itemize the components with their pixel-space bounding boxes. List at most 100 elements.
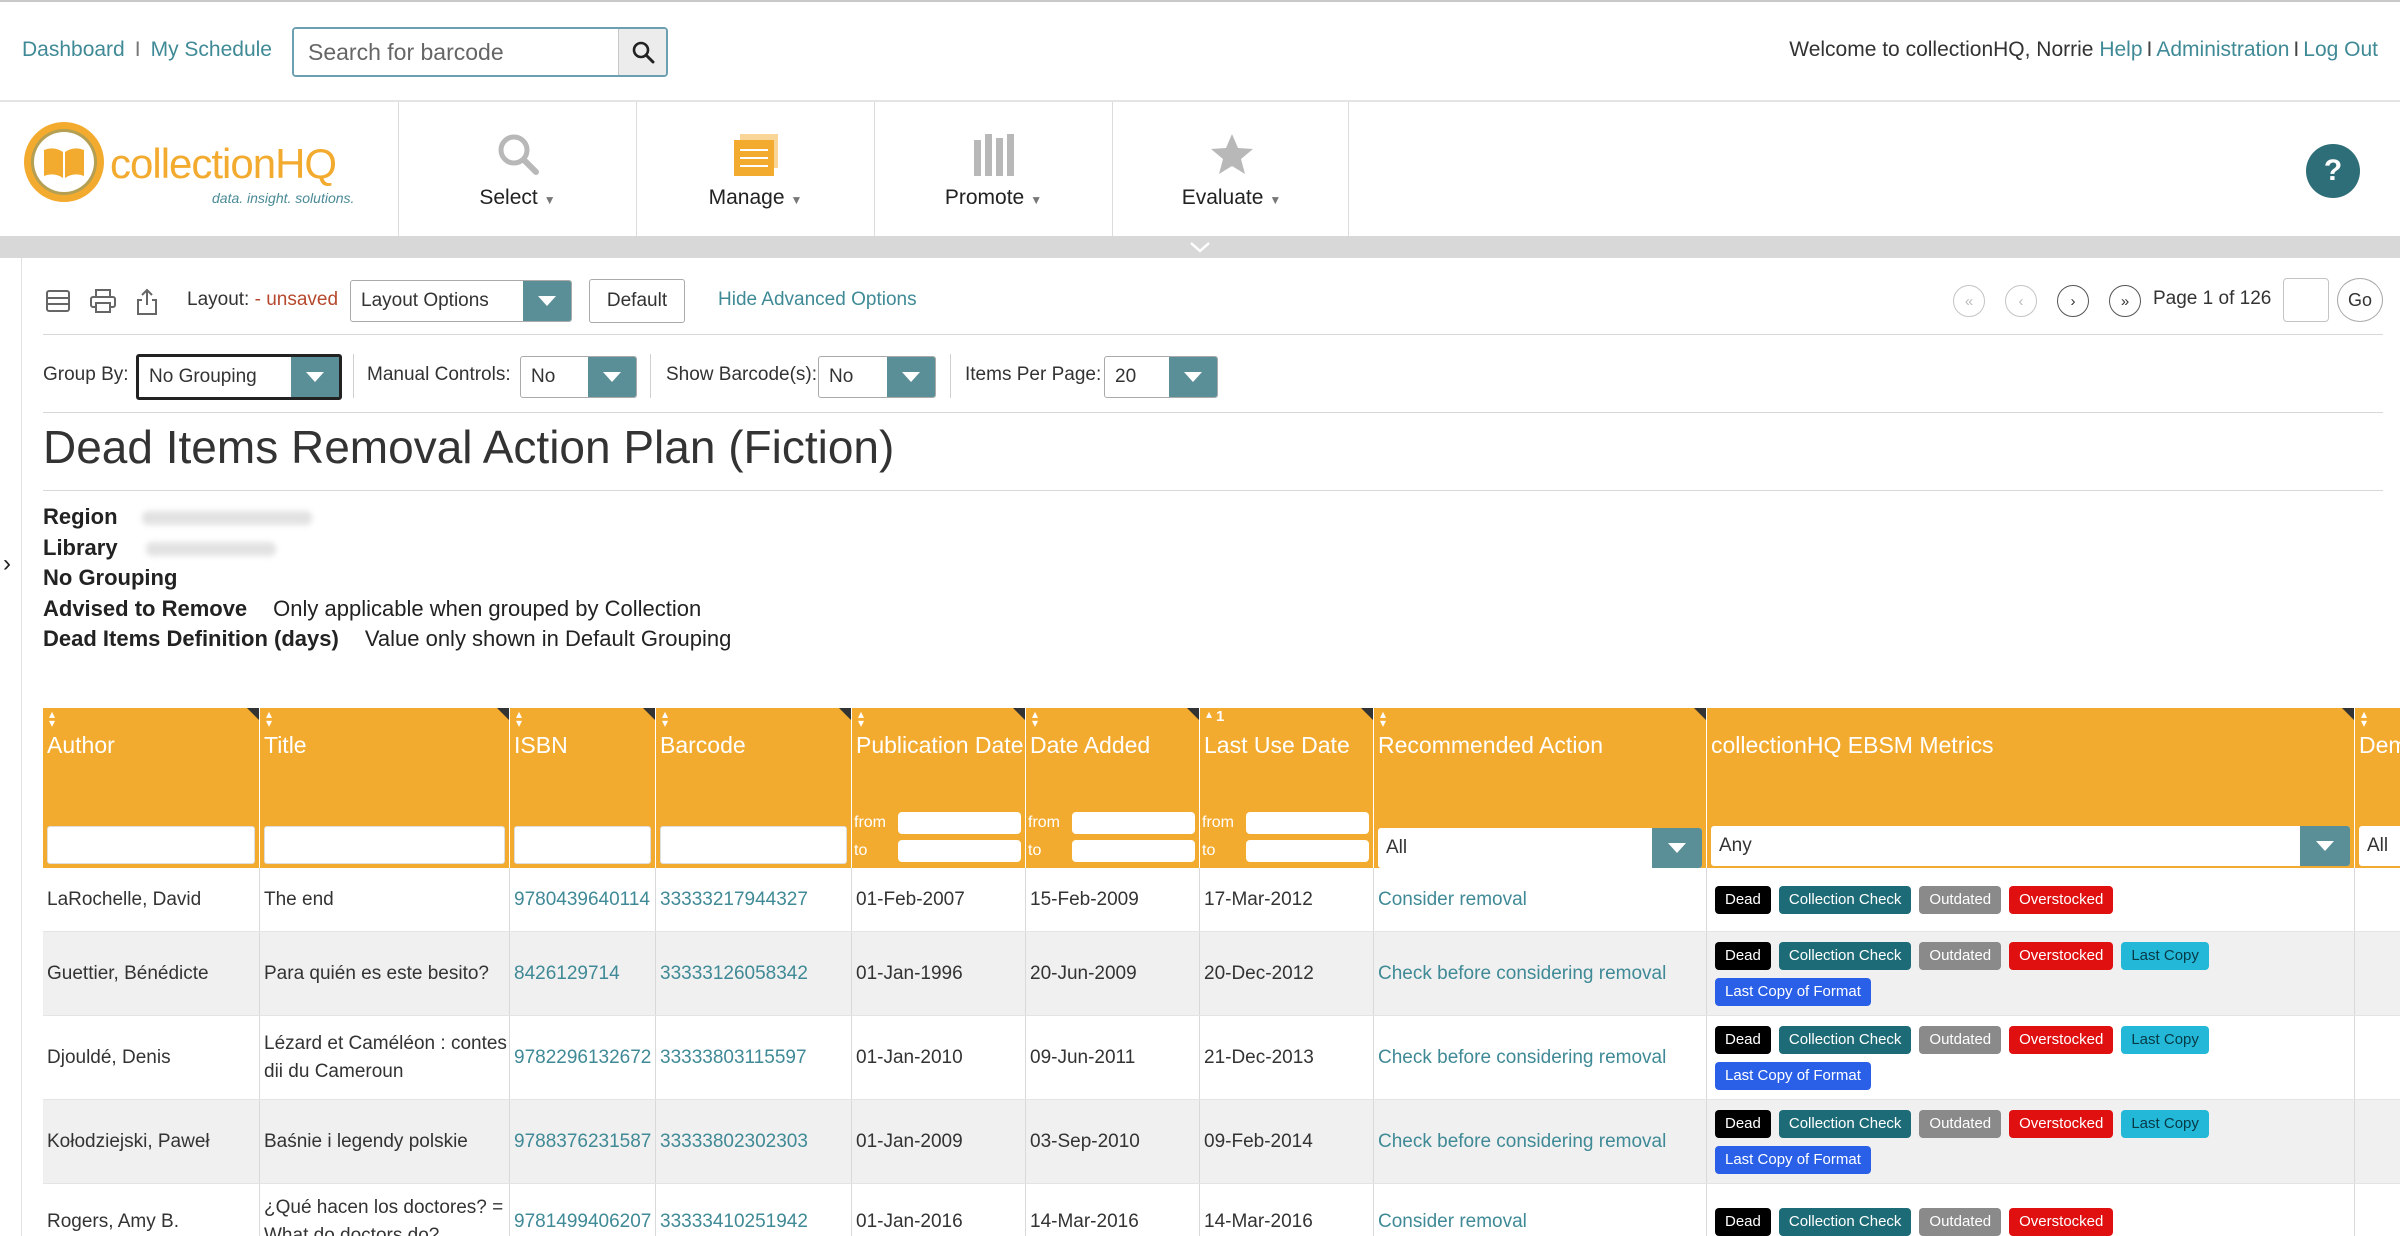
column-dem[interactable]: ▴ ▾ Dem All <box>2355 708 2400 868</box>
next-page-button[interactable]: › <box>2057 285 2089 317</box>
barcode-filter-input[interactable] <box>660 826 847 864</box>
last-use-date-from-input[interactable] <box>1246 812 1369 834</box>
layout-options-select[interactable]: Layout Options <box>350 280 572 322</box>
publication-date-from-input[interactable] <box>898 812 1021 834</box>
isbn-filter-input[interactable] <box>514 826 651 864</box>
sort-icon[interactable]: ▴ ▾ <box>2361 708 2367 729</box>
barcode-link[interactable]: 33333217944327 <box>656 868 852 931</box>
last-page-button[interactable]: » <box>2109 285 2141 317</box>
column-date-added[interactable]: ▴ ▾ Date Added from to <box>1026 708 1200 868</box>
sort-icon[interactable]: ▴ ▾ <box>1380 708 1386 729</box>
sort-icon[interactable]: ▴ ▾ <box>1032 708 1038 729</box>
barcode-link[interactable]: 33333126058342 <box>656 932 852 1015</box>
column-title[interactable]: ▴ ▾ Title <box>260 708 510 868</box>
column-menu-icon[interactable] <box>247 708 259 720</box>
administration-link[interactable]: Administration <box>2156 38 2289 61</box>
nav-promote[interactable]: Promote ▼ <box>874 102 1112 236</box>
column-menu-icon[interactable] <box>1013 708 1025 720</box>
table-row[interactable]: Guettier, Bénédicte Para quién es este be… <box>43 932 2400 1016</box>
first-page-button[interactable]: « <box>1953 285 1985 317</box>
metric-badge: Dead <box>1715 1025 1771 1054</box>
column-menu-icon[interactable] <box>1694 708 1706 720</box>
last-use-date-to-input[interactable] <box>1246 840 1369 862</box>
column-menu-icon[interactable] <box>643 708 655 720</box>
previous-page-button[interactable]: ‹ <box>2005 285 2037 317</box>
column-menu-icon[interactable] <box>497 708 509 720</box>
nav-manage[interactable]: Manage ▼ <box>636 102 874 236</box>
sort-asc-icon[interactable]: ▴ <box>1206 708 1212 720</box>
group-by-select[interactable]: No Grouping <box>136 354 342 400</box>
manual-controls-select[interactable]: No <box>520 356 637 398</box>
hide-advanced-options-link[interactable]: Hide Advanced Options <box>718 289 917 311</box>
list-view-icon[interactable] <box>45 288 71 314</box>
last-use-date-to[interactable]: to <box>1202 840 1369 862</box>
recommended-action-filter[interactable]: All <box>1378 828 1702 868</box>
collapse-nav-strip[interactable] <box>0 236 2400 258</box>
column-menu-icon[interactable] <box>1187 708 1199 720</box>
recommended-action-link[interactable]: Check before considering removal <box>1374 1100 1707 1183</box>
show-barcodes-select[interactable]: No <box>818 356 936 398</box>
isbn-link[interactable]: 9781499406207 <box>510 1184 656 1236</box>
column-menu-icon[interactable] <box>2342 708 2354 720</box>
barcode-link[interactable]: 33333803115597 <box>656 1016 852 1099</box>
ebsm-metrics-filter[interactable]: Any <box>1711 826 2350 866</box>
table-row[interactable]: LaRochelle, David The end 9780439640114 333… <box>43 868 2400 932</box>
table-row[interactable]: Rogers, Amy B. ¿Qué hacen los doctores? =… <box>43 1184 2400 1236</box>
table-row[interactable]: Djouldé, Denis Lézard et Caméléon : conte… <box>43 1016 2400 1100</box>
barcode-link[interactable]: 33333410251942 <box>656 1184 852 1236</box>
publication-date-from[interactable]: from <box>854 812 1021 834</box>
column-publication-date[interactable]: ▴ ▾ Publication Date from to <box>852 708 1026 868</box>
isbn-link[interactable]: 9780439640114 <box>510 868 656 931</box>
sort-icon[interactable]: ▴ ▾ <box>662 708 668 729</box>
column-author[interactable]: ▴ ▾ Author <box>43 708 260 868</box>
sort-icon[interactable]: ▴ ▾ <box>858 708 864 729</box>
search-button[interactable] <box>618 29 666 75</box>
column-menu-icon[interactable] <box>839 708 851 720</box>
isbn-link[interactable]: 8426129714 <box>510 932 656 1015</box>
barcode-link[interactable]: 33333802302303 <box>656 1100 852 1183</box>
column-last-use-date[interactable]: ▴ 1 Last Use Date from to <box>1200 708 1374 868</box>
page-number-input[interactable] <box>2283 278 2329 322</box>
publication-date-to-input[interactable] <box>898 840 1021 862</box>
recommended-action-link[interactable]: Consider removal <box>1374 1184 1707 1236</box>
sort-icon[interactable]: ▴ ▾ <box>266 708 272 729</box>
date-added-to[interactable]: to <box>1028 840 1195 862</box>
my-schedule-link[interactable]: My Schedule <box>151 38 272 61</box>
export-icon[interactable] <box>135 288 159 316</box>
recommended-action-link[interactable]: Consider removal <box>1374 868 1707 931</box>
collectionhq-logo[interactable]: collectionHQ data. insight. solutions. <box>22 120 362 216</box>
dem-filter[interactable]: All <box>2359 826 2400 866</box>
last-use-date-from[interactable]: from <box>1202 812 1369 834</box>
log-out-link[interactable]: Log Out <box>2303 38 2378 61</box>
date-added-from-input[interactable] <box>1072 812 1195 834</box>
nav-evaluate[interactable]: Evaluate ▼ <box>1112 102 1350 236</box>
recommended-action-link[interactable]: Check before considering removal <box>1374 1016 1707 1099</box>
nav-divider <box>1348 102 1349 236</box>
default-layout-button[interactable]: Default <box>589 279 685 323</box>
column-menu-icon[interactable] <box>1361 708 1373 720</box>
isbn-link[interactable]: 9782296132672 <box>510 1016 656 1099</box>
go-button[interactable]: Go <box>2337 278 2383 322</box>
publication-date-to[interactable]: to <box>854 840 1021 862</box>
sidebar-toggle[interactable]: › <box>0 258 22 1236</box>
table-row[interactable]: Kołodziejski, Paweł Baśnie i legendy pols… <box>43 1100 2400 1184</box>
help-button[interactable]: ? <box>2306 144 2360 198</box>
sort-icon[interactable]: ▴ ▾ <box>516 708 522 729</box>
column-barcode[interactable]: ▴ ▾ Barcode <box>656 708 852 868</box>
column-recommended-action[interactable]: ▴ ▾ Recommended Action All <box>1374 708 1707 868</box>
sort-icon[interactable]: ▴ ▾ <box>49 708 55 729</box>
column-isbn[interactable]: ▴ ▾ ISBN <box>510 708 656 868</box>
barcode-search-input[interactable] <box>294 29 618 75</box>
items-per-page-select[interactable]: 20 <box>1104 356 1218 398</box>
recommended-action-link[interactable]: Check before considering removal <box>1374 932 1707 1015</box>
date-added-from[interactable]: from <box>1028 812 1195 834</box>
title-filter-input[interactable] <box>264 826 505 864</box>
date-added-to-input[interactable] <box>1072 840 1195 862</box>
help-link[interactable]: Help <box>2099 38 2142 61</box>
nav-select[interactable]: Select ▼ <box>398 102 636 236</box>
isbn-link[interactable]: 9788376231587 <box>510 1100 656 1183</box>
print-icon[interactable] <box>89 288 117 314</box>
column-ebsm-metrics[interactable]: collectionHQ EBSM Metrics Any <box>1707 708 2355 868</box>
author-filter-input[interactable] <box>47 826 255 864</box>
dashboard-link[interactable]: Dashboard <box>22 38 125 61</box>
